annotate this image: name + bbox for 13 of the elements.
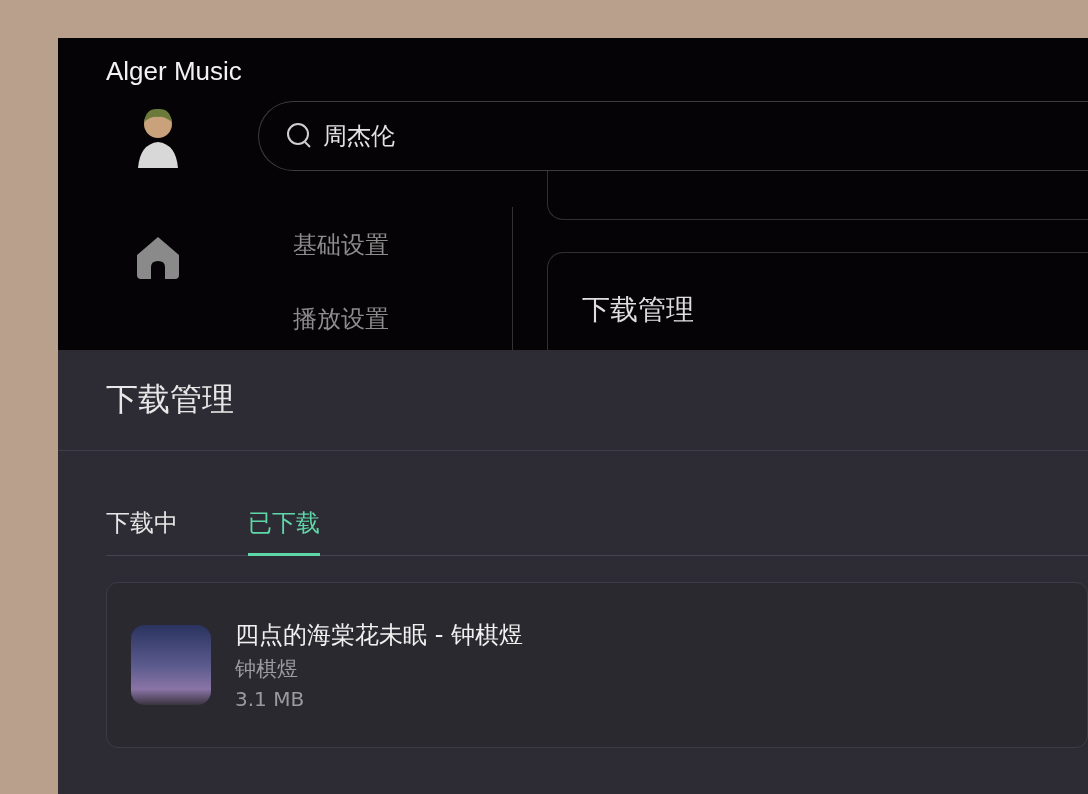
search-input[interactable]: 周杰伦 (323, 122, 623, 150)
tab[interactable]: 已下载 (248, 507, 320, 556)
settings-nav-item[interactable]: 播放设置 (293, 303, 389, 335)
tab[interactable]: 下载中 (106, 507, 178, 556)
home-icon[interactable] (135, 235, 181, 279)
drawer-title: 下载管理 (106, 380, 234, 418)
section-title: 下载管理 (582, 293, 694, 326)
song-title: 四点的海棠花未眠 - 钟棋煜 (235, 620, 523, 651)
download-item[interactable]: 四点的海棠花未眠 - 钟棋煜 钟棋煜 3.1 MB (106, 582, 1088, 748)
file-size: 3.1 MB (235, 687, 306, 711)
artist-name: 钟棋煜 (235, 656, 299, 683)
settings-nav-item[interactable]: 基础设置 (293, 229, 389, 261)
app-title: Alger Music (106, 56, 242, 86)
